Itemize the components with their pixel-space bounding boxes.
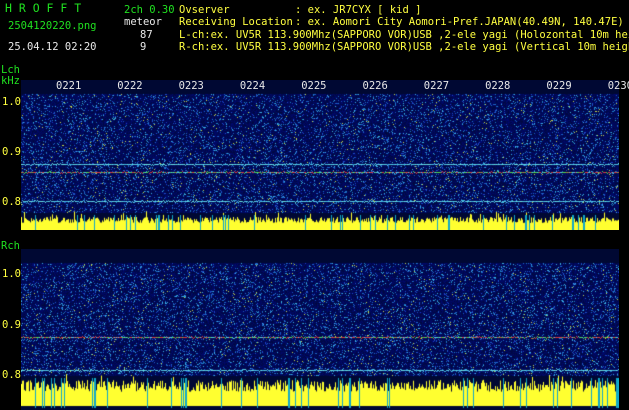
time-tick-label: 0230: [607, 80, 629, 92]
time-tick-label: 0228: [485, 80, 511, 92]
rch-tick-1-0: 1.0: [2, 268, 21, 280]
rch-tick-0-8: 0.8: [2, 369, 21, 381]
version-label: 2ch 0.30: [124, 4, 175, 16]
rch-spectrogram-panel: [21, 249, 619, 410]
time-tick-label: 0226: [362, 80, 388, 92]
meteor-count-rch: 9: [140, 41, 147, 53]
time-tick-label: 0225: [301, 80, 327, 92]
time-tick-label: 0222: [117, 80, 143, 92]
time-tick-label: 0223: [178, 80, 204, 92]
lch-info: L-ch:ex. UV5R 113.900Mhz(SAPPORO VOR)USB…: [179, 29, 629, 41]
meteor-label: meteor: [124, 16, 162, 28]
rch-spectrogram-canvas: [21, 249, 619, 410]
time-tick-label: 0229: [546, 80, 572, 92]
observer-value: : ex. JR7CYX [ kid ]: [295, 4, 422, 16]
time-tick-label: 0227: [423, 80, 450, 92]
time-tick-label: 0221: [56, 80, 82, 92]
lch-tick-0-8: 0.8: [2, 196, 21, 208]
time-tick-label: 0224: [239, 80, 266, 92]
filename-label: 2504120220.png: [8, 20, 97, 32]
lch-unit-label: kHz: [1, 75, 20, 87]
location-label: Receiving Location: [179, 16, 293, 28]
location-value: : ex. Aomori City Aomori-Pref.JAPAN(40.4…: [295, 16, 624, 28]
rch-label: Rch: [1, 240, 20, 252]
rch-tick-0-9: 0.9: [2, 319, 21, 331]
app-logo: H R O F F T: [5, 1, 82, 15]
lch-tick-0-9: 0.9: [2, 146, 21, 158]
lch-spectrogram-panel: [21, 80, 619, 230]
meteor-count-lch: 87: [140, 29, 153, 41]
observer-label: Ovserver: [179, 4, 230, 16]
datetime-label: 25.04.12 02:20: [8, 41, 97, 53]
lch-tick-1-0: 1.0: [2, 96, 21, 108]
rch-info: R-ch:ex. UV5R 113.900Mhz(SAPPORO VOR)USB…: [179, 41, 629, 53]
lch-spectrogram-canvas: [21, 80, 619, 230]
